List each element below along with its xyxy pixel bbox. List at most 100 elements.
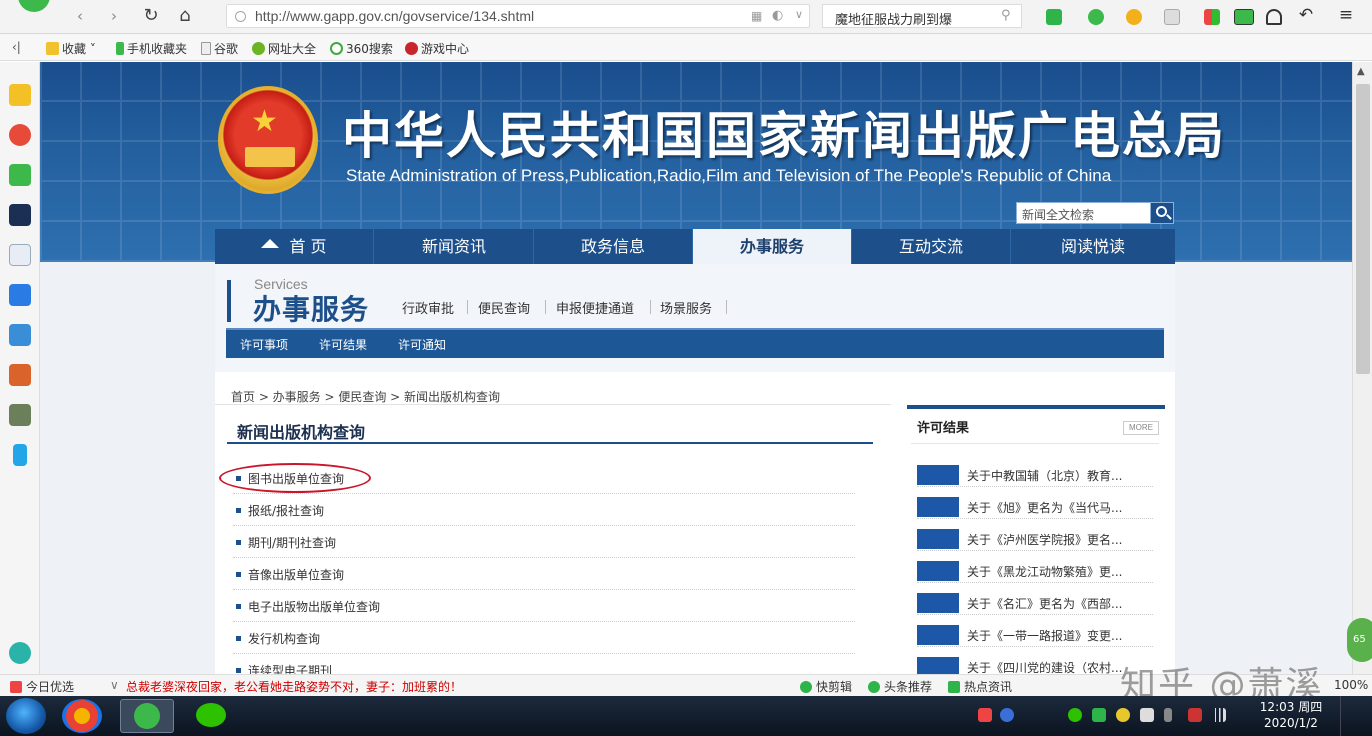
list-item[interactable]: 关于《泸州医学院报》更名... bbox=[917, 527, 1153, 551]
apps-icon[interactable] bbox=[1204, 9, 1220, 25]
coin-icon[interactable] bbox=[1126, 9, 1142, 25]
link-admin-approval[interactable]: 行政审批 bbox=[402, 298, 454, 317]
subnav-permit-results[interactable]: 许可结果 bbox=[319, 336, 367, 353]
browser-taskbar-icon[interactable] bbox=[120, 699, 174, 733]
menu-icon[interactable]: ≡ bbox=[1336, 4, 1356, 26]
refresh-icon[interactable]: ↻ bbox=[140, 5, 162, 27]
thumbnail bbox=[917, 657, 959, 674]
system-clock[interactable]: 12:03 周四 2020/1/2 bbox=[1256, 699, 1326, 731]
bookmark-360search[interactable]: 360搜索 bbox=[330, 40, 393, 57]
tool-headlines[interactable]: 头条推荐 bbox=[868, 678, 932, 695]
game-app-icon-2[interactable] bbox=[9, 364, 31, 386]
list-item[interactable]: 期刊/期刊社查询 bbox=[233, 526, 855, 558]
nav-interaction[interactable]: 互动交流 bbox=[852, 229, 1011, 264]
zoom-level[interactable]: 100% bbox=[1334, 678, 1368, 692]
more-button[interactable]: MORE bbox=[1123, 421, 1159, 435]
search-icon[interactable]: ⚲ bbox=[1001, 8, 1011, 23]
tool-quick-clip[interactable]: 快剪辑 bbox=[800, 678, 852, 695]
list-item[interactable]: 关于《四川党的建设（农村... bbox=[917, 655, 1153, 674]
nav-reading[interactable]: 阅读悦读 bbox=[1011, 229, 1175, 264]
news-ticker[interactable]: 总裁老婆深夜回家，老公看她走路姿势不对，妻子：加班累的！ bbox=[126, 678, 462, 695]
link-public-query[interactable]: 便民查询 bbox=[478, 298, 530, 317]
tray-wechat-icon[interactable] bbox=[1068, 708, 1082, 722]
browser-search-box[interactable]: 魔地征服战力刷到爆 ⚲ bbox=[822, 4, 1022, 28]
bookmark-games[interactable]: 游戏中心 bbox=[405, 40, 469, 57]
bookmark-mobile[interactable]: 手机收藏夹 bbox=[116, 40, 187, 57]
translate-icon[interactable] bbox=[1088, 9, 1104, 25]
list-item[interactable]: 关于《一带一路报道》变更... bbox=[917, 623, 1153, 647]
bookmark-directory[interactable]: 网址大全 bbox=[252, 40, 316, 57]
mail-icon[interactable] bbox=[9, 164, 31, 186]
tray-volume-icon[interactable] bbox=[1188, 708, 1202, 722]
panel-title: 许可结果 bbox=[917, 421, 970, 436]
nav-government[interactable]: 政务信息 bbox=[534, 229, 693, 264]
game-app-icon[interactable] bbox=[9, 324, 31, 346]
show-desktop-button[interactable] bbox=[1340, 696, 1372, 736]
nav-services[interactable]: 办事服务 bbox=[693, 229, 852, 264]
tray-battery-icon[interactable] bbox=[1164, 708, 1172, 722]
add-icon[interactable] bbox=[9, 642, 31, 664]
game-app-icon-3[interactable] bbox=[9, 404, 31, 426]
star-icon bbox=[46, 42, 59, 55]
list-item[interactable]: 发行机构查询 bbox=[233, 622, 855, 654]
bookmark-google[interactable]: 谷歌 bbox=[201, 40, 238, 57]
list-item[interactable]: 音像出版单位查询 bbox=[233, 558, 855, 590]
star-icon[interactable] bbox=[9, 84, 31, 106]
search-suggestion-text: 魔地征服战力刷到爆 bbox=[835, 13, 953, 28]
ie-icon[interactable]: ◐ bbox=[772, 8, 783, 23]
list-item[interactable]: 关于《黑龙江动物繁殖》更... bbox=[917, 559, 1153, 583]
globe-icon bbox=[235, 11, 246, 22]
list-item[interactable]: 关于《名汇》更名为《西部... bbox=[917, 591, 1153, 615]
ring-icon bbox=[330, 42, 343, 55]
wechat-taskbar-icon[interactable] bbox=[184, 699, 238, 733]
subnav-permit-items[interactable]: 许可事项 bbox=[240, 336, 288, 353]
breadcrumb[interactable]: 首页 > 办事服务 > 便民查询 > 新闻出版机构查询 bbox=[231, 388, 500, 405]
list-item[interactable]: 关于中教国辅（北京）教育... bbox=[917, 463, 1153, 487]
tray-plus-icon[interactable] bbox=[1116, 708, 1130, 722]
chat-icon[interactable] bbox=[9, 284, 31, 306]
tray-s-icon[interactable] bbox=[978, 708, 992, 722]
p-app-icon[interactable] bbox=[13, 444, 27, 466]
back-icon[interactable]: ‹ bbox=[72, 5, 88, 27]
chevron-down-icon[interactable]: ∨ bbox=[110, 678, 119, 692]
list-item[interactable]: 电子出版物出版单位查询 bbox=[233, 590, 855, 622]
image-icon[interactable] bbox=[1164, 9, 1180, 25]
list-item[interactable]: 连续型电子期刊 bbox=[233, 654, 855, 674]
picture-app-icon[interactable] bbox=[62, 699, 102, 733]
tray-help-icon[interactable] bbox=[1000, 708, 1014, 722]
news-app-icon[interactable] bbox=[9, 204, 31, 226]
list-item[interactable]: 关于《旭》更名为《当代马... bbox=[917, 495, 1153, 519]
tray-signal-icon[interactable] bbox=[1212, 708, 1226, 722]
bookmark-favorites[interactable]: 收藏 ˅ bbox=[46, 40, 96, 57]
daily-picks[interactable]: 今日优选 bbox=[10, 678, 74, 695]
link-scene-service[interactable]: 场景服务 bbox=[660, 298, 712, 317]
tool-hot-news[interactable]: 热点资讯 bbox=[948, 678, 1012, 695]
scrollbar-thumb[interactable] bbox=[1356, 84, 1370, 374]
qr-icon[interactable]: ▦ bbox=[751, 9, 762, 23]
weibo-icon[interactable] bbox=[9, 124, 31, 146]
vertical-scrollbar[interactable]: ▲ bbox=[1352, 62, 1372, 674]
list-item[interactable]: 报纸/报社查询 bbox=[233, 494, 855, 526]
floating-badge[interactable]: 65 bbox=[1347, 618, 1372, 662]
nav-home[interactable]: 首 页 bbox=[215, 229, 374, 264]
tray-shield-icon[interactable] bbox=[1092, 708, 1106, 722]
subnav-permit-notices[interactable]: 许可通知 bbox=[398, 336, 446, 353]
collapse-icon[interactable]: ‹| bbox=[12, 40, 21, 54]
home-icon[interactable]: ⌂ bbox=[174, 5, 196, 27]
site-search-button[interactable] bbox=[1150, 202, 1174, 224]
undo-icon[interactable]: ↶ bbox=[1296, 4, 1316, 26]
address-bar[interactable]: http://www.gapp.gov.cn/govservice/134.sh… bbox=[226, 4, 810, 28]
scroll-up-icon[interactable]: ▲ bbox=[1357, 66, 1365, 77]
browser-logo-icon[interactable] bbox=[4, 0, 64, 18]
chevron-down-icon[interactable]: ∨ bbox=[795, 8, 803, 21]
start-button[interactable] bbox=[6, 698, 46, 734]
page-content: Services 办事服务 行政审批 便民查询 申报便捷通道 场景服务 许可事项… bbox=[215, 264, 1175, 674]
game-icon bbox=[405, 42, 418, 55]
headphones-icon[interactable] bbox=[1266, 9, 1282, 25]
nav-news[interactable]: 新闻资讯 bbox=[375, 229, 534, 264]
tray-network-icon[interactable] bbox=[1140, 708, 1154, 722]
document-icon[interactable] bbox=[9, 244, 31, 266]
scissors-icon[interactable] bbox=[1046, 9, 1062, 25]
link-quick-channel[interactable]: 申报便捷通道 bbox=[556, 298, 634, 317]
forward-icon[interactable]: › bbox=[106, 5, 122, 27]
